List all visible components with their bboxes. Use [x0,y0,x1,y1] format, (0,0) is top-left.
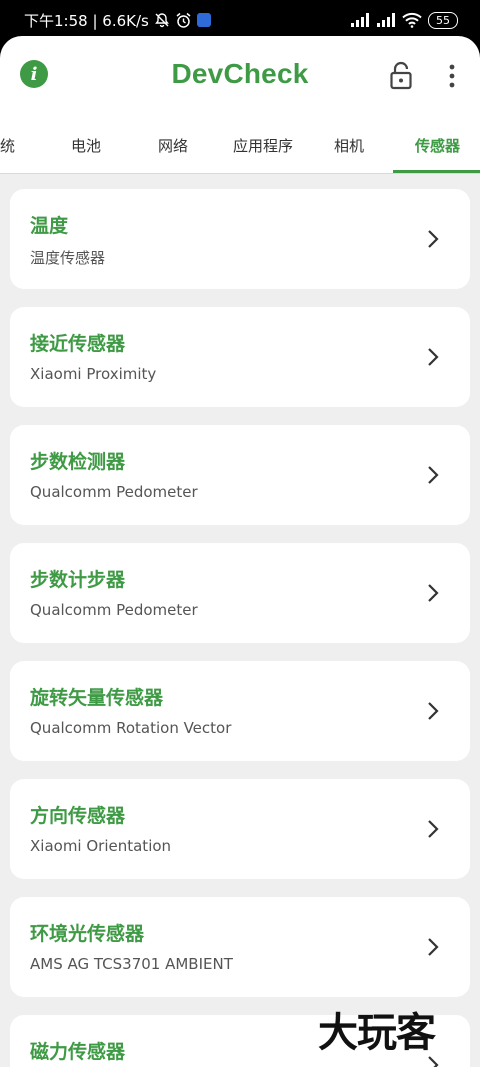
list-item[interactable]: 步数检测器 Qualcomm Pedometer [10,425,470,525]
item-subtitle: Qualcomm Pedometer [30,601,198,619]
tab-network[interactable]: 网络 [158,116,188,174]
item-title: 旋转矢量传感器 [30,687,164,709]
chevron-right-icon [428,466,439,484]
chevron-right-icon [428,938,439,956]
item-subtitle: Xiaomi Proximity [30,365,157,383]
tab-bar: 统 电池 网络 应用程序 相机 传感器 [0,116,480,174]
signal-icon-2 [376,12,396,28]
item-title: 接近传感器 [30,333,126,355]
item-title: 步数检测器 [30,451,126,473]
more-options-icon[interactable] [442,62,462,90]
item-title: 方向传感器 [30,805,126,827]
list-item[interactable]: 旋转矢量传感器 Qualcomm Rotation Vector [10,661,470,761]
chevron-right-icon [428,584,439,602]
item-subtitle: Qualcomm Rotation Vector [30,719,232,737]
app-notification-icon [196,13,211,27]
item-subtitle: Xiaomi Orientation [30,837,172,855]
mute-bell-icon [154,12,170,28]
chevron-right-icon [428,230,439,248]
battery-indicator: 55 [428,11,458,29]
signal-icon [350,12,370,28]
item-subtitle: AMS AG TCS3701 AMBIENT [30,955,233,973]
list-item[interactable]: 环境光传感器 AMS AG TCS3701 AMBIENT [10,897,470,997]
list-item[interactable]: 接近传感器 Xiaomi Proximity [10,307,470,407]
item-title: 磁力传感器 [30,1041,126,1063]
tab-battery[interactable]: 电池 [71,116,101,174]
item-title: 步数计步器 [30,569,126,591]
sensor-list: 温度 温度传感器 接近传感器 Xiaomi Proximity 步数检测器 Qu… [0,174,480,1067]
chevron-right-icon [428,820,439,838]
list-item[interactable]: 方向传感器 Xiaomi Orientation [10,779,470,879]
list-item[interactable]: 步数计步器 Qualcomm Pedometer [10,543,470,643]
item-title: 环境光传感器 [30,923,145,945]
chevron-right-icon [428,702,439,720]
item-subtitle: 温度传感器 [30,249,106,267]
tab-system[interactable]: 统 [0,116,15,174]
status-time-speed: 下午1:58 | 6.6K/s [24,11,149,30]
toolbar: i DevCheck [0,36,480,116]
tab-camera[interactable]: 相机 [334,116,364,174]
tab-indicator [393,170,480,173]
status-bar: 下午1:58 | 6.6K/s 55 [0,0,480,40]
wifi-icon [402,12,422,28]
watermark: 大玩客 [318,1010,436,1056]
lock-icon[interactable] [387,60,415,90]
alarm-clock-icon [175,12,192,29]
item-title: 温度 [30,215,69,237]
chevron-right-icon [428,348,439,366]
tab-sensors[interactable]: 传感器 [415,116,460,174]
item-subtitle: Qualcomm Pedometer [30,483,198,501]
list-item[interactable]: 温度 温度传感器 [10,189,470,289]
tab-apps[interactable]: 应用程序 [233,116,293,174]
